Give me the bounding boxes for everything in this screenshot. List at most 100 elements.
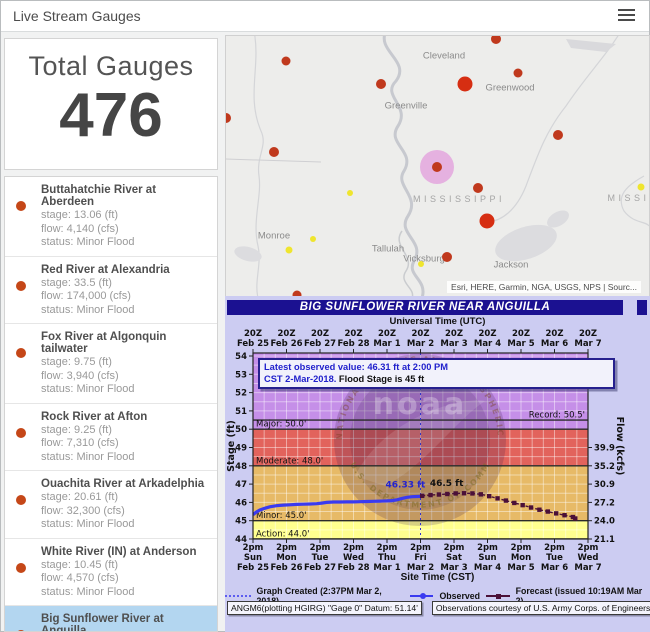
forecast-point: [512, 501, 516, 505]
stage-tick-label: 47: [235, 480, 247, 490]
gauge-flow: flow: 174,000 (cfs): [41, 290, 211, 304]
list-item[interactable]: Big Sunflower River at Anguillastage: 46…: [5, 606, 217, 632]
top-tick-date: Mar 3: [440, 339, 467, 349]
top-tick-hour: 20Z: [412, 329, 430, 339]
gauge-marker[interactable]: [310, 236, 316, 242]
stage-tick-label: 51: [235, 407, 247, 417]
city-label: Vicksburg: [403, 254, 445, 265]
top-tick-date: Mar 7: [574, 339, 601, 349]
stage-tick-label: 54: [235, 352, 247, 362]
top-tick-date: Mar 5: [507, 339, 534, 349]
bottom-tick-day: Wed: [578, 553, 599, 563]
forecast-point: [487, 494, 491, 498]
forecast-point: [462, 491, 466, 495]
bottom-tick-day: Wed: [343, 553, 364, 563]
forecast-point: [537, 508, 541, 512]
gauge-marker[interactable]: [269, 147, 279, 157]
gauge-flow: flow: 32,300 (cfs): [41, 505, 211, 519]
gauge-marker[interactable]: [418, 261, 424, 267]
forecast-point: [437, 492, 441, 496]
list-item[interactable]: Rock River at Aftonstage: 9.25 (ft)flow:…: [5, 404, 217, 472]
gauge-stage: stage: 9.75 (ft): [41, 356, 211, 370]
gauge-stage: stage: 9.25 (ft): [41, 424, 211, 438]
gauge-marker[interactable]: [286, 247, 293, 254]
flow-tick-label: 21.1: [594, 535, 615, 545]
hamburger-menu-icon[interactable]: [618, 9, 635, 23]
bottom-tick-day: Sun: [478, 553, 496, 563]
gauge-flow: flow: 7,310 (cfs): [41, 437, 211, 451]
gauge-marker[interactable]: [553, 130, 563, 140]
city-label: Greenville: [385, 101, 428, 112]
top-tick-hour: 20Z: [244, 329, 262, 339]
top-tick-date: Feb 25: [237, 339, 269, 349]
gauge-marker[interactable]: [282, 57, 291, 66]
datum-footnote: ANGM6(plotting HGIRG) "Gage 0" Datum: 51…: [227, 601, 422, 615]
gauge-marker[interactable]: [514, 69, 523, 78]
chart-footnotes: ANGM6(plotting HGIRG) "Gage 0" Datum: 51…: [225, 601, 650, 615]
gauge-status: status: Minor Flood: [41, 236, 211, 250]
bottom-tick-time: 2pm: [377, 543, 398, 553]
gauge-name: Big Sunflower River at Anguilla: [41, 613, 211, 632]
list-item[interactable]: Red River at Alexandriastage: 33.5 (ft)f…: [5, 257, 217, 325]
bottom-tick-time: 2pm: [444, 543, 465, 553]
flow-axis-title: Flow (kcfs): [614, 417, 625, 476]
gauge-status-dot: [16, 495, 26, 505]
top-tick-date: Mar 1: [373, 339, 400, 349]
gauge-marker[interactable]: [638, 184, 645, 191]
app-window: Live Stream Gauges Total Gauges 476 Butt…: [0, 0, 650, 632]
gauge-marker[interactable]: [442, 252, 452, 262]
gauge-name: Red River at Alexandria: [41, 264, 211, 276]
top-tick-hour: 20Z: [278, 329, 296, 339]
gauge-name: Fox River at Algonquin tailwater: [41, 331, 211, 355]
courtesy-footnote: Observations courtesy of U.S. Army Corps…: [432, 601, 650, 615]
top-tick-hour: 20Z: [378, 329, 396, 339]
stage-tick-label: 44: [235, 535, 247, 545]
forecast-point: [470, 491, 474, 495]
gauge-marker[interactable]: [473, 183, 483, 193]
flow-tick-label: 35.2: [594, 462, 615, 472]
gauge-name: Rock River at Afton: [41, 411, 211, 423]
top-tick-hour: 20Z: [445, 329, 463, 339]
gauge-marker[interactable]: [347, 190, 353, 196]
top-tick-hour: 20Z: [512, 329, 530, 339]
top-tick-hour: 20Z: [479, 329, 497, 339]
latest-observed-info-box: Latest observed value: 46.31 ft at 2:00 …: [258, 358, 615, 389]
top-tick-hour: 20Z: [311, 329, 329, 339]
forecast-point: [562, 513, 566, 517]
bottom-tick-day: Mon: [276, 553, 296, 563]
city-label: Tallulah: [372, 244, 404, 255]
gauge-status-dot: [16, 201, 26, 211]
gauge-name: Buttahatchie River at Aberdeen: [41, 184, 211, 208]
map[interactable]: ClevelandGreenwoodGreenvilleMonroeTallul…: [225, 35, 650, 297]
selected-gauge-marker[interactable]: [432, 162, 442, 172]
flood-line-label: Action: 44.0': [256, 530, 309, 540]
bottom-tick-time: 2pm: [544, 543, 565, 553]
gauge-marker[interactable]: [458, 77, 473, 92]
gauge-status: status: Minor Flood: [41, 304, 211, 318]
total-gauges-panel: Total Gauges 476: [4, 38, 218, 170]
city-label: Cleveland: [423, 51, 465, 62]
hydrograph-panel: BIG SUNFLOWER RIVER NEAR ANGUILLA Univer…: [225, 296, 650, 632]
stage-tick-label: 45: [235, 517, 247, 527]
top-tick-date: Feb 28: [337, 339, 369, 349]
list-item[interactable]: Ouachita River at Arkadelphiastage: 20.6…: [5, 471, 217, 539]
gauge-status: status: Minor Flood: [41, 451, 211, 465]
bottom-axis-title: Site Time (CST): [225, 572, 650, 583]
list-item[interactable]: Buttahatchie River at Aberdeenstage: 13.…: [5, 177, 217, 257]
gauge-status: status: Minor Flood: [41, 383, 211, 397]
forecast-point: [520, 503, 524, 507]
gauge-name: White River (IN) at Anderson: [41, 546, 211, 558]
forecast-point: [453, 491, 457, 495]
legend-observed: Observed: [439, 591, 480, 601]
top-tick-date: Feb 27: [304, 339, 336, 349]
gauge-flow: flow: 3,940 (cfs): [41, 370, 211, 384]
list-item[interactable]: White River (IN) at Andersonstage: 10.45…: [5, 539, 217, 607]
list-item[interactable]: Fox River at Algonquin tailwaterstage: 9…: [5, 324, 217, 404]
forecast-point: [546, 509, 550, 513]
bottom-tick-time: 2pm: [410, 543, 431, 553]
flood-line-label: Moderate: 48.0': [256, 456, 323, 466]
gauge-flow: flow: 4,570 (cfs): [41, 572, 211, 586]
gauge-list[interactable]: Buttahatchie River at Aberdeenstage: 13.…: [4, 176, 218, 632]
gauge-marker[interactable]: [376, 79, 386, 89]
gauge-marker[interactable]: [480, 214, 495, 229]
